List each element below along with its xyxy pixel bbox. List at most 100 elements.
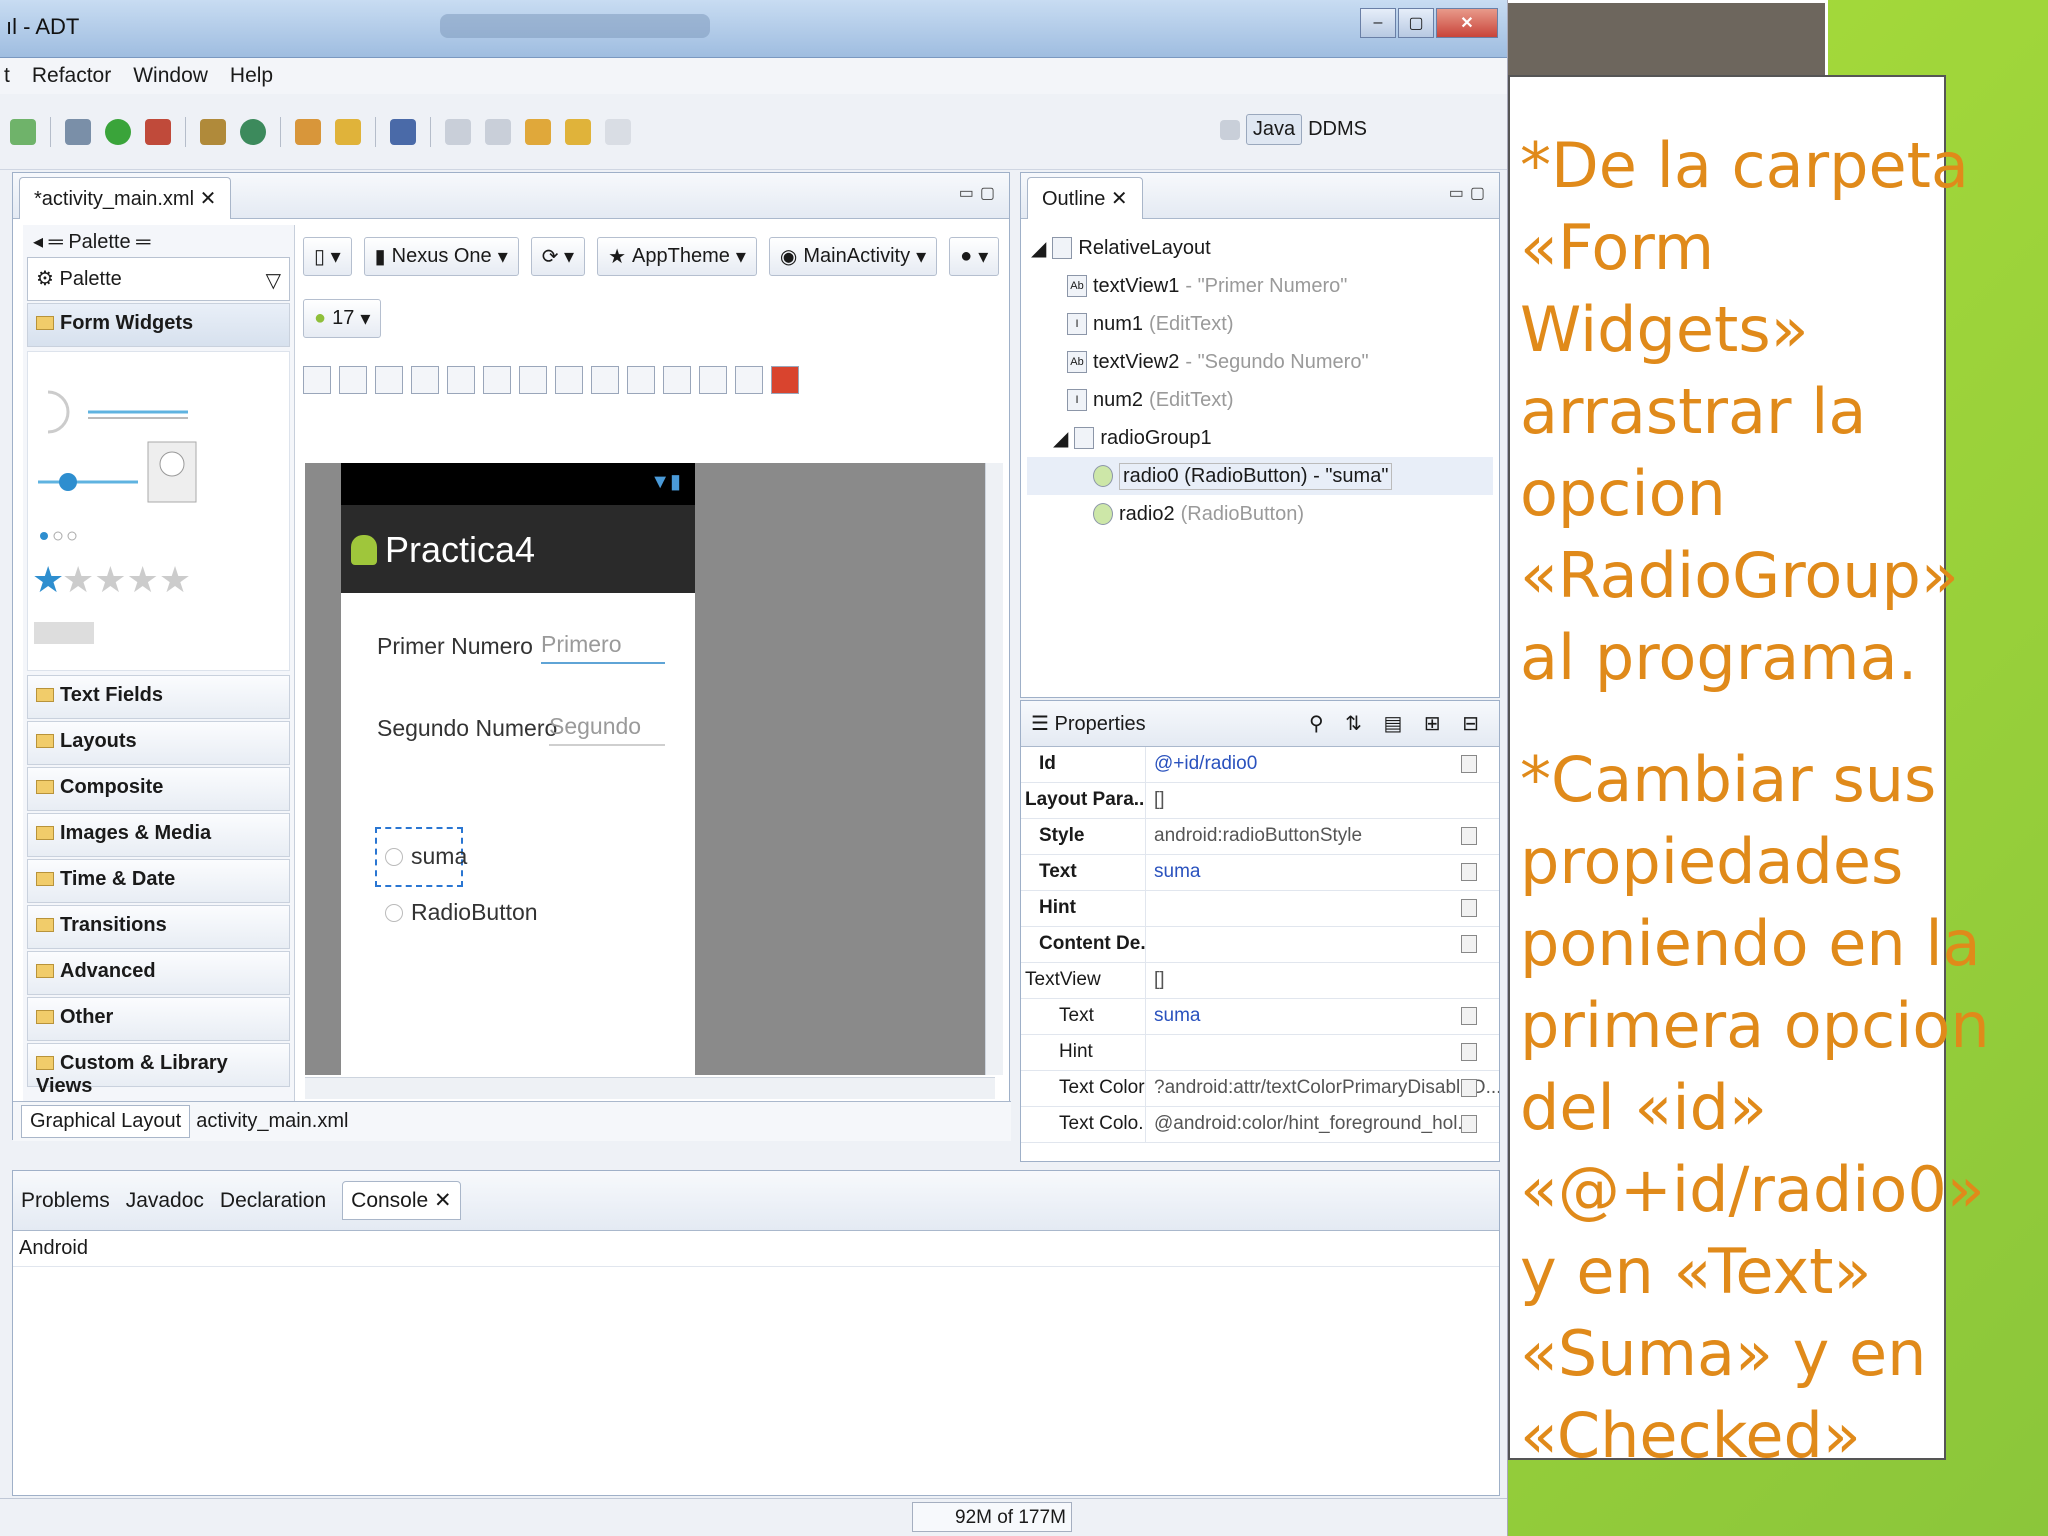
baseline-icon[interactable]	[591, 366, 619, 394]
prev-annotation-icon[interactable]	[485, 118, 511, 145]
config-dropdown[interactable]: ▯ ▾	[303, 236, 352, 276]
menu-item-project[interactable]: t	[4, 64, 10, 88]
orientation-dropdown[interactable]: ⟳ ▾	[530, 236, 586, 276]
close-button[interactable]: ✕	[1436, 8, 1498, 38]
open-type-icon[interactable]	[295, 118, 321, 145]
lint-warnings-icon[interactable]	[771, 366, 799, 394]
input-num2[interactable]: Segundo	[549, 713, 665, 746]
minimize-maximize-icon[interactable]: ▭▢	[1449, 183, 1491, 203]
fill-width-icon[interactable]	[375, 366, 403, 394]
device-dropdown[interactable]: ▮ Nexus One ▾	[363, 236, 519, 276]
palette-category-form-widgets[interactable]: Form Widgets	[27, 303, 290, 347]
run-icon[interactable]	[105, 118, 131, 145]
minimize-button[interactable]: –	[1360, 8, 1396, 38]
new-class-icon[interactable]	[240, 118, 266, 145]
prop-row-hint[interactable]: Hint	[1021, 891, 1499, 927]
palette-category-layouts[interactable]: Layouts	[27, 721, 290, 765]
zoom-out-icon[interactable]	[699, 366, 727, 394]
tab-declaration[interactable]: Declaration	[220, 1189, 326, 1213]
prop-row-text-color-hint[interactable]: Text Colo... @android:color/hint_foregrou…	[1021, 1107, 1499, 1143]
palette-category-text-fields[interactable]: Text Fields	[27, 675, 290, 719]
search-icon[interactable]	[335, 118, 361, 145]
reset-icon[interactable]	[1461, 827, 1477, 845]
radio-suma[interactable]: suma	[385, 843, 467, 870]
fill-height-icon[interactable]	[411, 366, 439, 394]
locale-dropdown[interactable]: ● ▾	[949, 236, 1000, 276]
reset-icon[interactable]	[1461, 755, 1477, 773]
radio-button-2[interactable]: RadioButton	[385, 899, 538, 926]
margins-icon[interactable]	[483, 366, 511, 394]
minimize-maximize-icon[interactable]: ▭▢	[959, 183, 1001, 203]
canvas-vertical-scrollbar[interactable]	[985, 463, 1003, 1075]
new-icon[interactable]	[10, 118, 36, 145]
prop-row-layout-params[interactable]: Layout Para...[]	[1021, 783, 1499, 819]
properties-toolbar-icons[interactable]: ⚲ ⇅ ▤ ⊞ ⊟	[1309, 711, 1487, 736]
prop-row-textview-hint[interactable]: Hint	[1021, 1035, 1499, 1071]
layout-vertical-icon[interactable]	[339, 366, 367, 394]
palette-category-images-media[interactable]: Images & Media	[27, 813, 290, 857]
layout-horizontal-icon[interactable]	[303, 366, 331, 394]
maximize-button[interactable]: ▢	[1398, 8, 1434, 38]
prop-row-text-color[interactable]: Text Color ?android:attr/textColorPrimary…	[1021, 1071, 1499, 1107]
palette-category-advanced[interactable]: Advanced	[27, 951, 290, 995]
tree-item-num2[interactable]: Inum2 (EditText)	[1027, 381, 1493, 419]
prop-row-style[interactable]: Style android:radioButtonStyle	[1021, 819, 1499, 855]
tab-problems[interactable]: Problems	[21, 1189, 110, 1213]
reset-icon[interactable]	[1461, 1115, 1477, 1133]
reset-icon[interactable]	[1461, 899, 1477, 917]
next-annotation-icon[interactable]	[445, 118, 471, 145]
tree-item-radio2[interactable]: radio2 (RadioButton)	[1027, 495, 1493, 533]
last-edit-icon[interactable]	[525, 118, 551, 145]
palette-category-other[interactable]: Other	[27, 997, 290, 1041]
menu-item-window[interactable]: Window	[133, 64, 208, 88]
reset-icon[interactable]	[1461, 1043, 1477, 1061]
new-package-icon[interactable]	[200, 118, 226, 145]
palette-category-custom-library[interactable]: Custom & Library Views	[27, 1043, 290, 1097]
reset-icon[interactable]	[1461, 1079, 1477, 1097]
prop-row-text[interactable]: Text suma	[1021, 855, 1499, 891]
canvas-horizontal-scrollbar[interactable]	[305, 1077, 995, 1099]
palette-category-composite[interactable]: Composite	[27, 767, 290, 811]
pointer-icon[interactable]	[390, 118, 416, 145]
reset-icon[interactable]	[1461, 863, 1477, 881]
reset-icon[interactable]	[1461, 935, 1477, 953]
palette-category-transitions[interactable]: Transitions	[27, 905, 290, 949]
tab-console[interactable]: Console ✕	[342, 1181, 461, 1220]
java-perspective-button[interactable]: Java	[1245, 114, 1303, 145]
tab-xml-source[interactable]: activity_main.xml	[196, 1110, 348, 1133]
input-num1[interactable]: Primero	[541, 631, 665, 664]
zoom-fit-icon[interactable]	[627, 366, 655, 394]
tree-item-radio0[interactable]: radio0 (RadioButton) - "suma"	[1027, 457, 1493, 495]
zoom-real-icon[interactable]	[663, 366, 691, 394]
prop-row-id[interactable]: Id @+id/radio0	[1021, 747, 1499, 783]
tab-outline[interactable]: Outline ✕	[1027, 177, 1143, 219]
distribute-icon[interactable]	[555, 366, 583, 394]
tree-item-textview1[interactable]: Ab textView1 - "Primer Numero"	[1027, 267, 1493, 305]
prop-row-textview[interactable]: TextView[]	[1021, 963, 1499, 999]
prop-row-textview-text[interactable]: Text suma	[1021, 999, 1499, 1035]
tree-item-relativelayout[interactable]: ◢ RelativeLayout	[1027, 229, 1493, 267]
palette-dropdown[interactable]: ⚙ Palette ▽	[27, 257, 290, 301]
ddms-perspective-button[interactable]: DDMS	[1308, 118, 1367, 141]
tree-item-textview2[interactable]: Ab textView2 - "Segundo Numero"	[1027, 343, 1493, 381]
palette-category-time-date[interactable]: Time & Date	[27, 859, 290, 903]
tree-item-num1[interactable]: Inum1 (EditText)	[1027, 305, 1493, 343]
zoom-in-icon[interactable]	[735, 366, 763, 394]
forward-icon[interactable]	[605, 118, 631, 145]
menu-item-refactor[interactable]: Refactor	[32, 64, 111, 88]
tree-item-radiogroup1[interactable]: ◢ radioGroup1	[1027, 419, 1493, 457]
back-icon[interactable]	[565, 118, 591, 145]
tab-graphical-layout[interactable]: Graphical Layout	[21, 1105, 191, 1138]
reset-icon[interactable]	[1461, 1007, 1477, 1025]
tab-javadoc[interactable]: Javadoc	[126, 1189, 204, 1213]
debug-icon[interactable]	[65, 118, 91, 145]
gravity-icon[interactable]	[519, 366, 547, 394]
external-tools-icon[interactable]	[145, 118, 171, 145]
align-icon[interactable]	[447, 366, 475, 394]
prop-row-content-desc[interactable]: Content De...	[1021, 927, 1499, 963]
theme-dropdown[interactable]: ★ AppTheme ▾	[597, 236, 757, 276]
menu-item-help[interactable]: Help	[230, 64, 273, 88]
open-perspective-icon[interactable]	[1219, 119, 1240, 140]
activity-dropdown[interactable]: ◉ MainActivity ▾	[768, 236, 938, 276]
close-tab-icon[interactable]: ✕	[200, 188, 217, 210]
